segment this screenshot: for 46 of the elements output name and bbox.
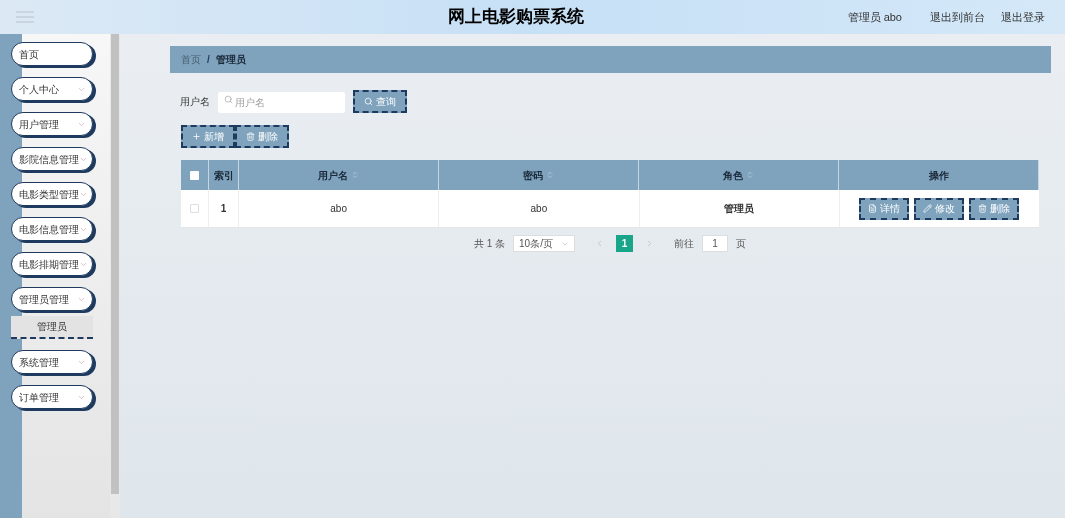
sidebar-item[interactable]: 首页 [11,42,93,66]
document-icon [868,204,878,213]
plus-icon [192,132,201,141]
column-header[interactable]: 密码 [523,167,543,183]
header-link[interactable]: 退出登录 [1001,8,1045,26]
sidebar-subitem[interactable]: 管理员 [11,316,93,339]
table-cell-text: 管理员 [724,202,755,216]
sidebar-item[interactable]: 系统管理 [11,350,93,374]
goto-label: 前往 [674,237,695,251]
search-icon [224,95,233,104]
sidebar-item[interactable]: 电影信息管理 [11,217,93,241]
search-field[interactable]: 用户名 [218,92,345,113]
column-header: 索引 [213,168,234,183]
page-size-select[interactable]: 10条/页 [513,235,576,252]
sidebar-item[interactable]: 管理员管理 [11,287,93,311]
search-icon [364,96,373,106]
sidebar-item[interactable]: 影院信息管理 [11,147,93,171]
total-count: 共 1 条 [473,237,506,251]
trash-icon [978,204,988,213]
sidebar-item[interactable]: 个人中心 [11,77,93,101]
table-cell-text: 1 [220,202,227,216]
user-label: 管理员 abo [847,9,902,25]
sort-icon[interactable] [546,171,554,179]
row-checkbox[interactable] [190,204,199,213]
sort-icon[interactable] [351,171,359,179]
goto-page-field[interactable]: 1 [702,235,729,252]
sidebar-item[interactable]: 电影类型管理 [11,182,93,206]
header-link[interactable]: 退出到前台 [930,8,985,26]
column-header: 操作 [928,168,949,183]
column-header[interactable]: 用户名 [318,167,348,183]
scrollbar[interactable] [110,34,120,518]
breadcrumb-link[interactable]: 管理员 [215,52,246,67]
search-label: 用户名 [180,94,210,109]
table-cell-text: abo [530,202,548,216]
column-header[interactable]: 角色 [723,167,743,183]
sidebar-item[interactable]: 电影排期管理 [11,252,93,276]
table-cell-text: abo [330,202,347,216]
page-suffix: 页 [736,237,747,251]
breadcrumb-separator: / [207,53,210,67]
trash-icon [246,132,255,141]
pencil-icon [923,204,933,213]
sidebar-item[interactable]: 订单管理 [11,385,93,409]
select-all-checkbox[interactable] [190,170,199,180]
app-title: 网上电影购票系统 [447,6,584,29]
sort-icon[interactable] [746,171,754,179]
sidebar-item[interactable]: 用户管理 [11,112,93,136]
